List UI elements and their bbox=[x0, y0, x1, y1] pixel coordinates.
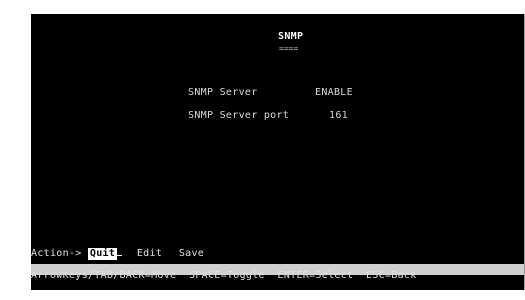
title-underline: ==== bbox=[279, 44, 299, 53]
terminal-screen: SNMP ==== SNMP Server ENABLE SNMP Server… bbox=[31, 14, 525, 290]
quit-button[interactable]: Quit bbox=[87, 248, 118, 260]
snmp-server-port-value[interactable]: 161 bbox=[329, 110, 348, 122]
edit-button[interactable]: Edit bbox=[135, 248, 164, 260]
snmp-server-value[interactable]: ENABLE bbox=[315, 87, 353, 99]
page: SNMP ==== SNMP Server ENABLE SNMP Server… bbox=[0, 0, 525, 300]
key-hints: ArrowKeys/TAB/BACK=Move SPACE=Toggle ENT… bbox=[31, 270, 417, 281]
snmp-server-port-label: SNMP Server port bbox=[188, 110, 290, 121]
snmp-server-label: SNMP Server bbox=[188, 87, 258, 98]
action-bar: Action-> Quit Edit Save bbox=[31, 248, 206, 260]
action-prompt: Action-> bbox=[31, 248, 82, 259]
page-title: SNMP bbox=[278, 31, 304, 42]
cursor-mark bbox=[117, 255, 123, 256]
save-button[interactable]: Save bbox=[177, 248, 206, 260]
